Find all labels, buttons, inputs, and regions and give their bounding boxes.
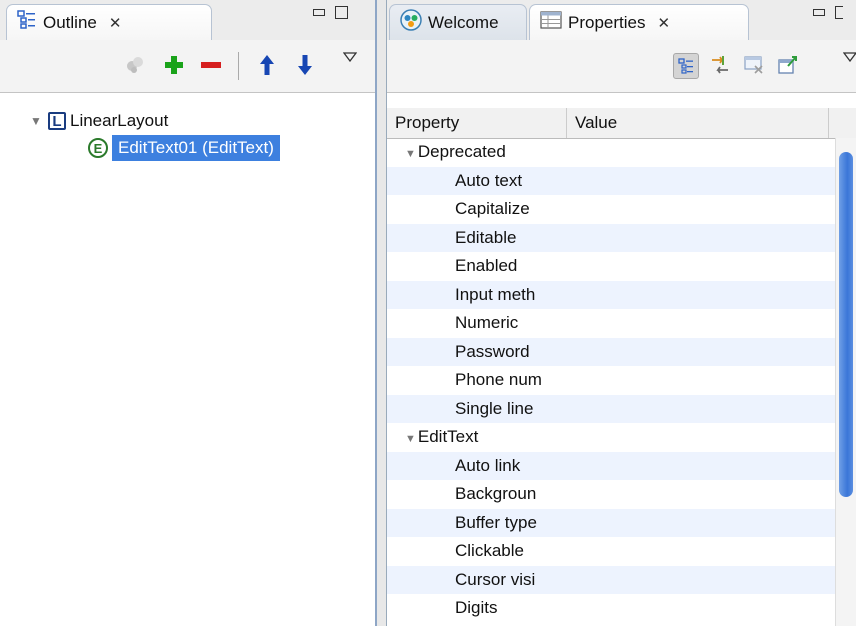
tab-welcome-label: Welcome bbox=[428, 12, 499, 32]
outline-tabbar: Outline ✕ bbox=[0, 0, 375, 41]
show-categories-icon[interactable] bbox=[673, 53, 699, 79]
property-name: Input meth bbox=[455, 284, 536, 304]
expanded-triangle-icon[interactable]: ▼ bbox=[405, 148, 416, 160]
tab-outline[interactable]: Outline ✕ bbox=[6, 4, 212, 40]
property-row[interactable]: Backgroun bbox=[387, 480, 835, 509]
property-group-label: Deprecated bbox=[417, 142, 506, 162]
outline-view-icon bbox=[17, 10, 37, 35]
property-name: Auto link bbox=[455, 455, 521, 475]
maximize-icon[interactable] bbox=[835, 6, 843, 19]
tab-properties[interactable]: Properties ✕ bbox=[529, 4, 749, 40]
welcome-icon bbox=[400, 9, 422, 36]
minimize-icon[interactable] bbox=[313, 9, 325, 16]
property-row[interactable]: Password bbox=[387, 337, 835, 366]
property-row[interactable]: Phone num bbox=[387, 366, 835, 395]
property-name: Capitalize bbox=[455, 199, 530, 219]
remove-icon[interactable] bbox=[200, 54, 222, 76]
tab-properties-label: Properties bbox=[568, 12, 646, 32]
duplicate-icon[interactable] bbox=[124, 54, 146, 76]
element-icon: E bbox=[88, 138, 108, 158]
toolbar-separator bbox=[238, 52, 239, 80]
pin-to-selection-icon[interactable] bbox=[777, 54, 799, 76]
properties-tabbar: Welcome Properties ✕ bbox=[387, 0, 856, 41]
show-advanced-properties-icon[interactable] bbox=[709, 54, 731, 76]
property-row[interactable]: Capitalize bbox=[387, 195, 835, 224]
property-row[interactable]: Numeric bbox=[387, 309, 835, 338]
property-row[interactable]: Cursor visi bbox=[387, 565, 835, 594]
add-icon[interactable] bbox=[163, 54, 185, 76]
property-row[interactable]: Single line bbox=[387, 394, 835, 423]
properties-table-icon bbox=[540, 11, 562, 34]
column-header-property[interactable]: Property bbox=[387, 108, 567, 138]
properties-view: Welcome Properties ✕ Property Value ▼ De… bbox=[386, 0, 856, 626]
property-name: Clickable bbox=[455, 541, 524, 561]
layout-icon: L bbox=[48, 112, 66, 130]
properties-table: ▼ Deprecated Auto text Capitalize Editable En… bbox=[387, 138, 835, 626]
close-icon[interactable]: ✕ bbox=[109, 14, 122, 32]
property-name: Numeric bbox=[455, 313, 519, 333]
property-name: Enabled bbox=[455, 256, 518, 276]
tree-node-edittext01[interactable]: E EditText01 (EditText) bbox=[88, 135, 280, 161]
property-name: Editable bbox=[455, 227, 517, 247]
property-group-row[interactable]: ▼ Deprecated bbox=[387, 138, 835, 167]
outline-view: Outline ✕ ▼ L LinearLayout E EditText01 … bbox=[0, 0, 377, 626]
property-name: Phone num bbox=[455, 370, 542, 390]
property-row[interactable]: Auto link bbox=[387, 451, 835, 480]
property-name: Single line bbox=[455, 398, 534, 418]
column-header-value[interactable]: Value bbox=[567, 108, 829, 138]
move-up-icon[interactable] bbox=[256, 54, 278, 76]
minimize-icon[interactable] bbox=[813, 9, 825, 16]
tree-node-linearlayout[interactable]: ▼ L LinearLayout bbox=[30, 108, 168, 134]
property-name: Buffer type bbox=[455, 512, 537, 532]
properties-table-header: Property Value bbox=[387, 108, 856, 139]
property-name: Digits bbox=[455, 598, 498, 618]
property-group-label: EditText bbox=[417, 427, 479, 447]
close-icon[interactable]: ✕ bbox=[657, 14, 670, 32]
restore-default-icon[interactable] bbox=[743, 54, 765, 76]
move-down-icon[interactable] bbox=[294, 54, 316, 76]
view-menu-icon[interactable] bbox=[842, 50, 856, 65]
property-row[interactable]: Buffer type bbox=[387, 508, 835, 537]
property-row[interactable]: Auto text bbox=[387, 166, 835, 195]
tree-node-label-selected: EditText01 (EditText) bbox=[112, 135, 280, 161]
panel-sash[interactable] bbox=[377, 0, 386, 626]
property-group-row[interactable]: ▼ EditText bbox=[387, 423, 835, 452]
tab-welcome[interactable]: Welcome bbox=[389, 4, 527, 40]
property-name: Password bbox=[455, 341, 530, 361]
property-row[interactable]: Digits bbox=[387, 594, 835, 623]
property-name: Auto text bbox=[455, 170, 523, 190]
property-row[interactable]: Editable bbox=[387, 223, 835, 252]
property-row[interactable]: Clickable bbox=[387, 537, 835, 566]
property-name: Backgroun bbox=[455, 484, 537, 504]
vertical-scrollbar[interactable] bbox=[835, 138, 856, 626]
scrollbar-thumb[interactable] bbox=[839, 152, 853, 497]
properties-toolbar bbox=[387, 40, 856, 93]
outline-toolbar bbox=[0, 40, 375, 93]
maximize-icon[interactable] bbox=[335, 6, 348, 19]
expanded-triangle-icon[interactable]: ▼ bbox=[30, 114, 44, 128]
property-row[interactable]: Enabled bbox=[387, 252, 835, 281]
property-row[interactable]: Input meth bbox=[387, 280, 835, 309]
tree-node-label: LinearLayout bbox=[70, 111, 169, 130]
tab-outline-label: Outline bbox=[43, 12, 97, 32]
expanded-triangle-icon[interactable]: ▼ bbox=[405, 433, 416, 445]
property-name: Cursor visi bbox=[455, 569, 536, 589]
view-menu-icon[interactable] bbox=[342, 50, 358, 65]
